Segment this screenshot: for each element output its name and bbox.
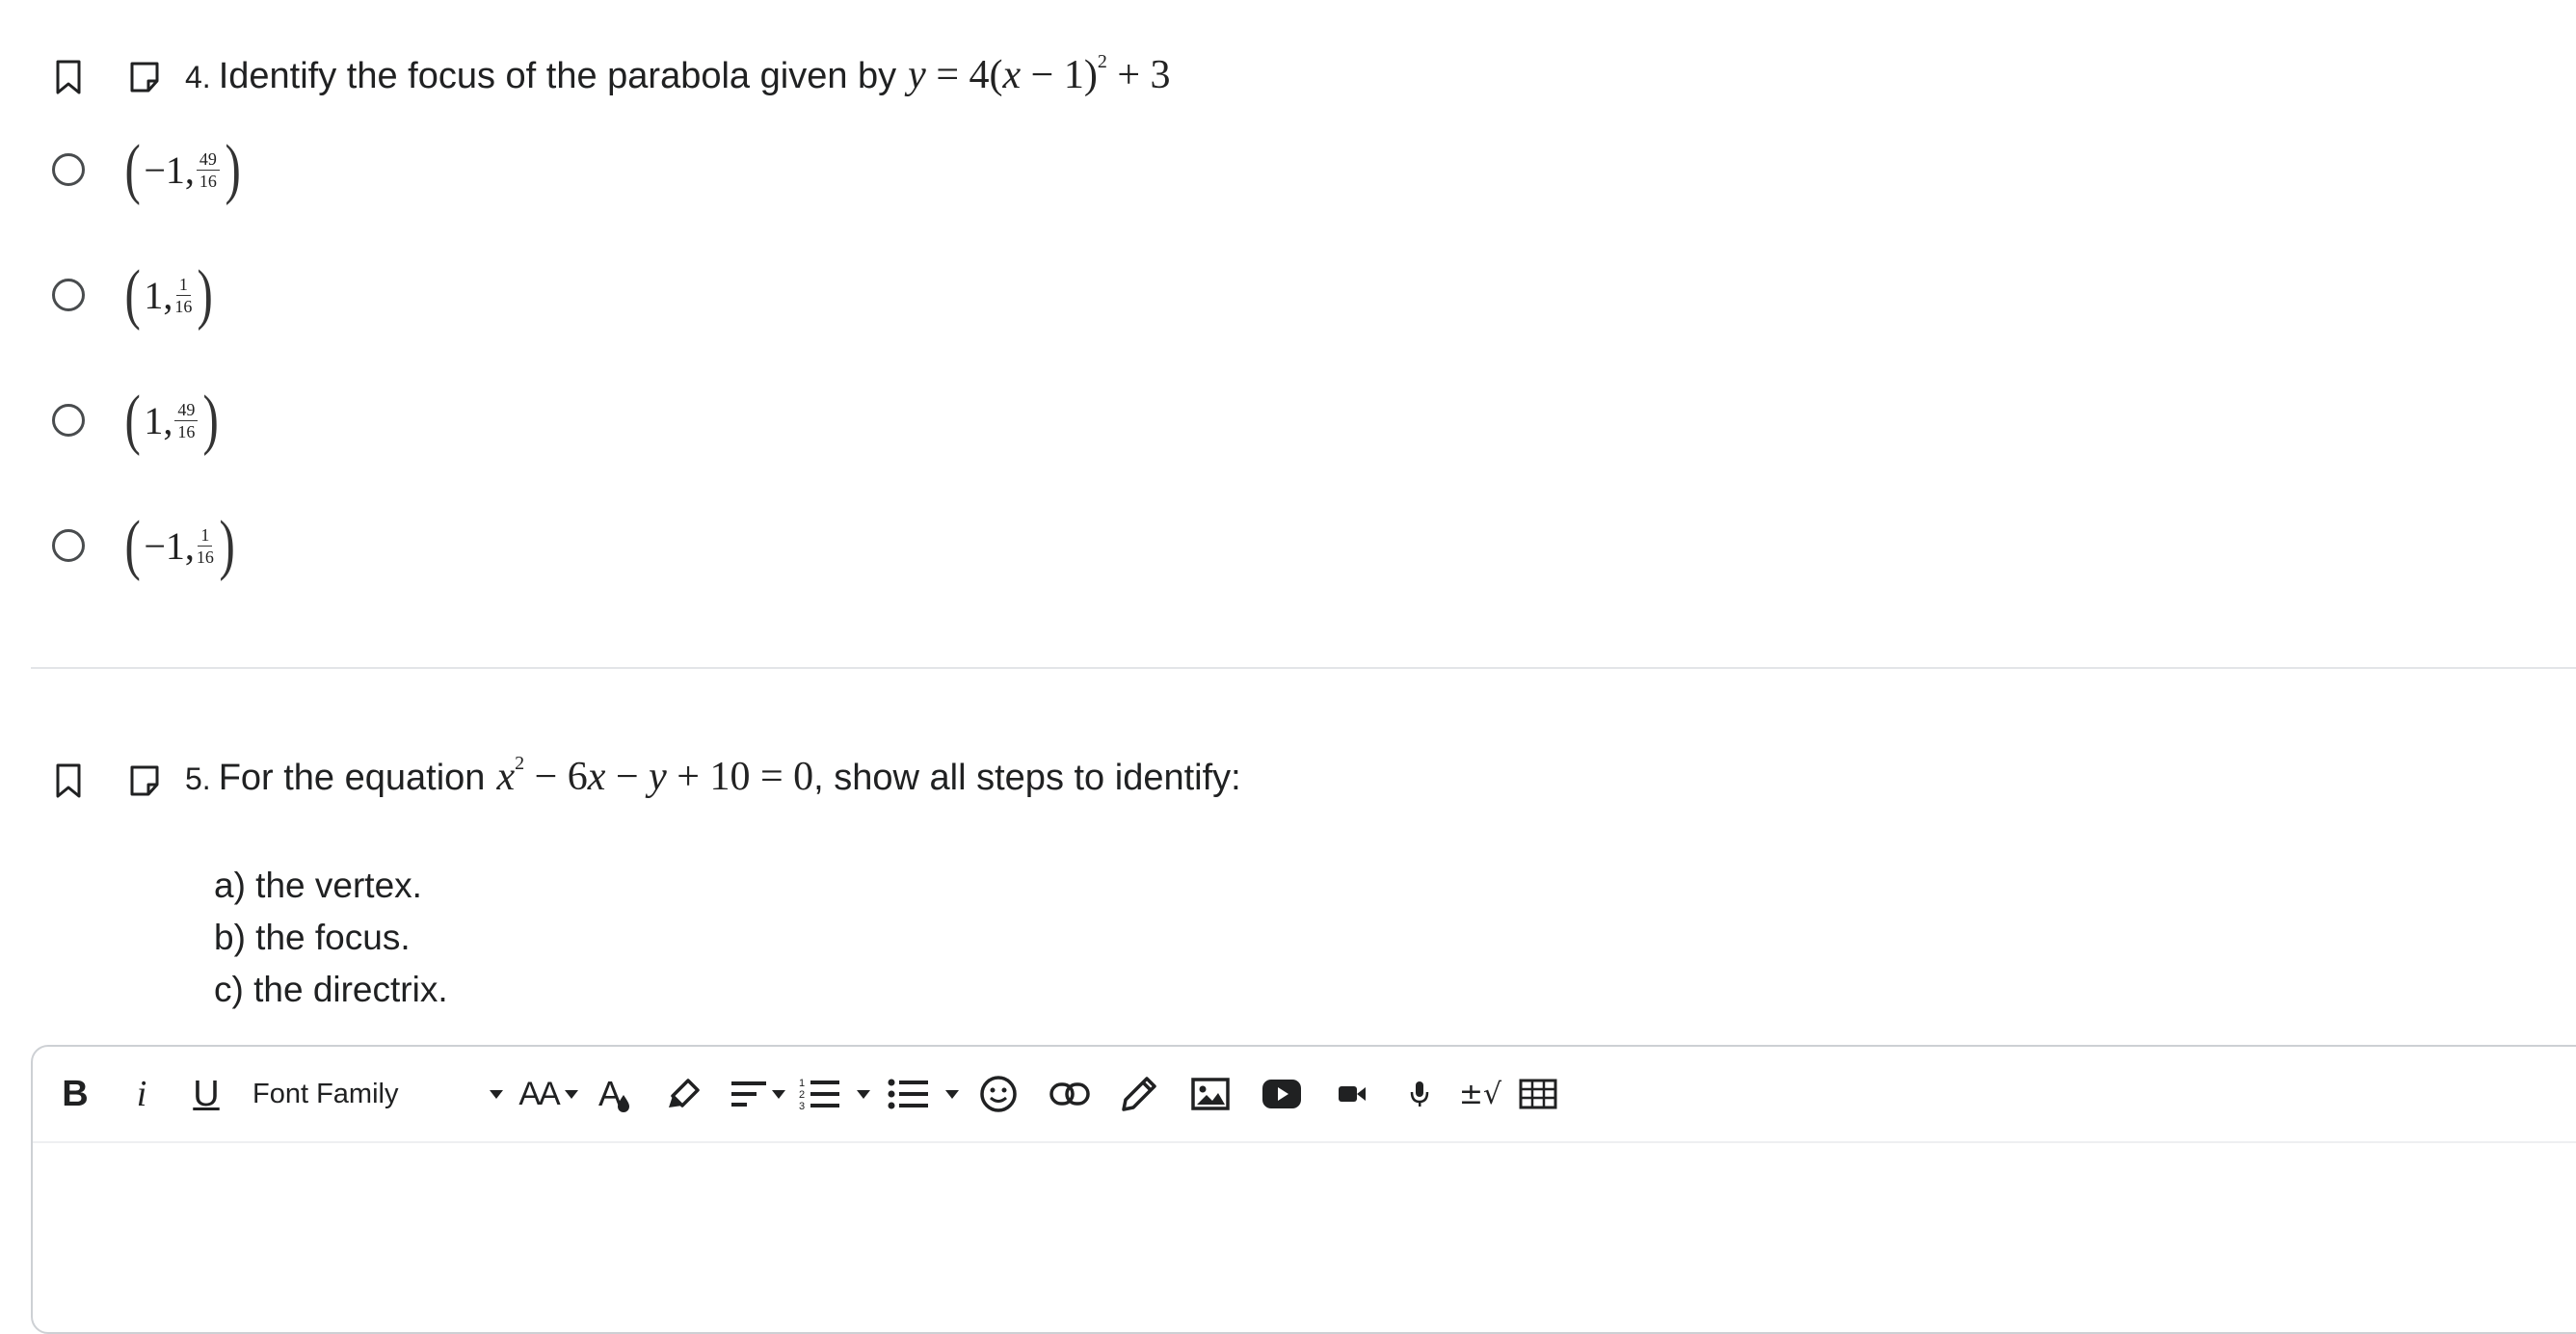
video-play-icon	[1262, 1080, 1301, 1108]
chevron-down-icon	[564, 1089, 578, 1099]
font-family-dropdown[interactable]: Font Family	[252, 1065, 503, 1123]
list-item: c) the directrix.	[214, 970, 448, 1009]
radio-button[interactable]	[52, 404, 85, 437]
pencil-icon	[1122, 1077, 1156, 1111]
align-left-icon	[731, 1081, 766, 1107]
chevron-down-icon	[490, 1089, 503, 1099]
fraction: 49 16	[174, 401, 199, 440]
record-audio-button[interactable]	[1407, 1065, 1432, 1123]
fraction: 49 16	[196, 150, 220, 190]
svg-text:3: 3	[799, 1101, 805, 1111]
numbered-list-dropdown[interactable]: 123	[798, 1065, 871, 1123]
align-dropdown[interactable]	[729, 1065, 786, 1123]
question-5-text: 5. For the equation x2 − 6x − y + 10 = 0…	[185, 753, 1241, 800]
list-item: b) the focus.	[214, 918, 411, 957]
draw-button[interactable]	[1118, 1065, 1160, 1123]
answer-option-1[interactable]: (−1, 49 16)	[52, 136, 244, 203]
chevron-down-icon	[857, 1089, 870, 1099]
microphone-icon	[1410, 1081, 1429, 1107]
radio-button[interactable]	[52, 529, 85, 562]
bookmark-icon[interactable]	[52, 56, 85, 98]
answer-option-3[interactable]: (1, 49 16)	[52, 387, 223, 454]
editor-content-area[interactable]	[33, 1143, 2576, 1332]
list-item: a) the vertex.	[214, 866, 422, 905]
font-family-label: Font Family	[252, 1078, 399, 1109]
parabola-equation: y = 4(x − 1)2 + 3	[908, 51, 1171, 97]
note-icon[interactable]	[125, 761, 164, 800]
highlighter-button[interactable]	[663, 1065, 705, 1123]
option-value: (−1, 49 16)	[124, 132, 241, 206]
chevron-down-icon	[945, 1089, 959, 1099]
quadratic-equation: x2 − 6x − y + 10 = 0	[496, 753, 814, 799]
fraction: 1 16	[196, 524, 214, 567]
insert-image-button[interactable]	[1189, 1065, 1232, 1123]
question-5-subitems: a) the vertex. b) the focus. c) the dire…	[214, 860, 448, 1016]
font-size-icon: AA	[518, 1075, 560, 1112]
video-camera-icon	[1339, 1086, 1366, 1102]
font-color-icon: A	[598, 1074, 622, 1113]
question-5-header-icons	[52, 760, 164, 802]
answer-editor[interactable]: B i U Font Family AA A 123 ±√	[31, 1045, 2576, 1334]
insert-video-button[interactable]	[1261, 1065, 1303, 1123]
editor-toolbar: B i U Font Family AA A 123 ±√	[33, 1047, 2576, 1143]
font-color-button[interactable]: A	[596, 1065, 634, 1123]
font-size-button[interactable]: AA	[517, 1065, 580, 1123]
emoji-icon	[980, 1076, 1017, 1112]
bold-button[interactable]: B	[56, 1065, 94, 1123]
link-icon	[1049, 1082, 1090, 1106]
italic-button[interactable]: i	[127, 1065, 156, 1123]
question-4-text: 4. Identify the focus of the parabola gi…	[185, 51, 1177, 98]
answer-option-4[interactable]: (−1, 1 16)	[52, 512, 238, 579]
question-4-header-icons	[52, 56, 164, 98]
underline-button[interactable]: U	[189, 1065, 224, 1123]
svg-text:1: 1	[799, 1078, 805, 1089]
record-video-button[interactable]	[1336, 1065, 1368, 1123]
insert-link-button[interactable]	[1047, 1065, 1093, 1123]
answer-option-2[interactable]: (1, 1 16)	[52, 261, 217, 329]
question-prompt: For the equation	[218, 758, 486, 798]
bullet-list-icon	[888, 1079, 928, 1109]
question-suffix: , show all steps to identify:	[813, 758, 1241, 798]
chevron-down-icon	[772, 1089, 785, 1099]
bullet-list-dropdown[interactable]	[885, 1065, 962, 1123]
image-icon	[1191, 1078, 1230, 1110]
svg-text:2: 2	[799, 1089, 805, 1101]
highlighter-icon	[669, 1079, 700, 1107]
bookmark-icon[interactable]	[52, 760, 85, 802]
numbered-list-icon: 123	[799, 1078, 839, 1111]
table-icon	[1519, 1079, 1557, 1109]
option-value: (1, 1 16)	[124, 257, 214, 332]
radio-button[interactable]	[52, 153, 85, 186]
radio-button[interactable]	[52, 279, 85, 311]
insert-equation-button[interactable]: ±√	[1459, 1065, 1501, 1123]
note-icon[interactable]	[125, 58, 164, 96]
option-value: (1, 49 16)	[124, 383, 220, 457]
equation-icon: ±√	[1458, 1077, 1502, 1111]
question-prompt: Identify the focus of the parabola given…	[218, 56, 897, 96]
insert-table-button[interactable]	[1517, 1065, 1559, 1123]
question-number: 4.	[185, 60, 211, 94]
fraction: 1 16	[174, 274, 193, 316]
question-number: 5.	[185, 761, 211, 796]
option-value: (−1, 1 16)	[124, 508, 235, 582]
question-divider	[31, 667, 2576, 669]
emoji-button[interactable]	[977, 1065, 1020, 1123]
